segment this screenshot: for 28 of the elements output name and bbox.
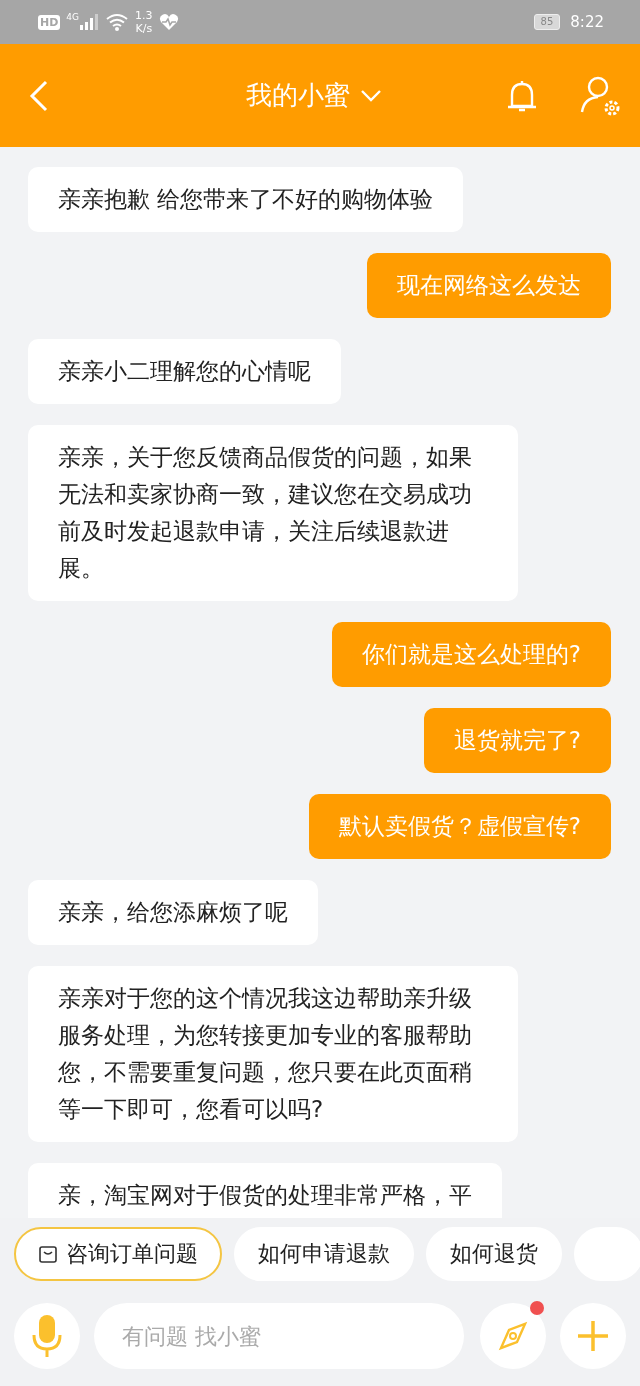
hd-icon: HD: [38, 14, 61, 30]
message-bubble: 现在网络这么发达: [367, 253, 611, 318]
message-bubble: 默认卖假货？虚假宣传?: [308, 794, 611, 859]
message-bubble: 亲亲小二理解您的心情呢: [28, 339, 341, 404]
wifi-icon: [105, 13, 130, 31]
quick-reply-chip[interactable]: 如何申请退款: [234, 1227, 414, 1281]
clock: 8:22: [570, 13, 604, 31]
message-bubble: 你们就是这么处理的?: [331, 622, 611, 687]
battery-level: 85: [540, 16, 554, 27]
message-bubble: 亲亲，关于您反馈商品假货的问题，如果无法和卖家协商一致，建议您在交易成功前及时发起退款申请，关注后续退款进展。: [28, 425, 518, 601]
order-icon: [38, 1244, 58, 1264]
message-bubble: 亲亲抱歉 给您带来了不好的购物体验: [28, 167, 464, 232]
message-bubble: 退货就完了?: [423, 708, 611, 773]
quick-reply-chip[interactable]: 咨询订单问题: [14, 1227, 222, 1281]
microphone-icon: [31, 1313, 63, 1359]
compass-icon: [497, 1320, 529, 1352]
plus-icon: [576, 1319, 610, 1353]
network-label: 4G: [66, 12, 80, 22]
message-input[interactable]: 有问题 找小蜜: [94, 1303, 464, 1369]
speed-unit: K/s: [135, 22, 153, 35]
message-bubble: 亲亲，给您添麻烦了呢: [28, 880, 318, 945]
message-bubble: 亲亲对于您的这个情况我这边帮助亲升级服务处理，为您转接更加专业的客服帮助您，不需要重复问题，您只要在此页面稍等一下即可，您看可以吗?: [28, 966, 518, 1142]
back-icon[interactable]: [28, 78, 50, 113]
quick-reply-chip[interactable]: 如何退货: [426, 1227, 562, 1281]
signal-icon: [79, 14, 100, 30]
chevron-down-icon[interactable]: [360, 88, 382, 103]
heart-icon: [158, 13, 179, 31]
speed-value: 1.3: [135, 9, 153, 22]
